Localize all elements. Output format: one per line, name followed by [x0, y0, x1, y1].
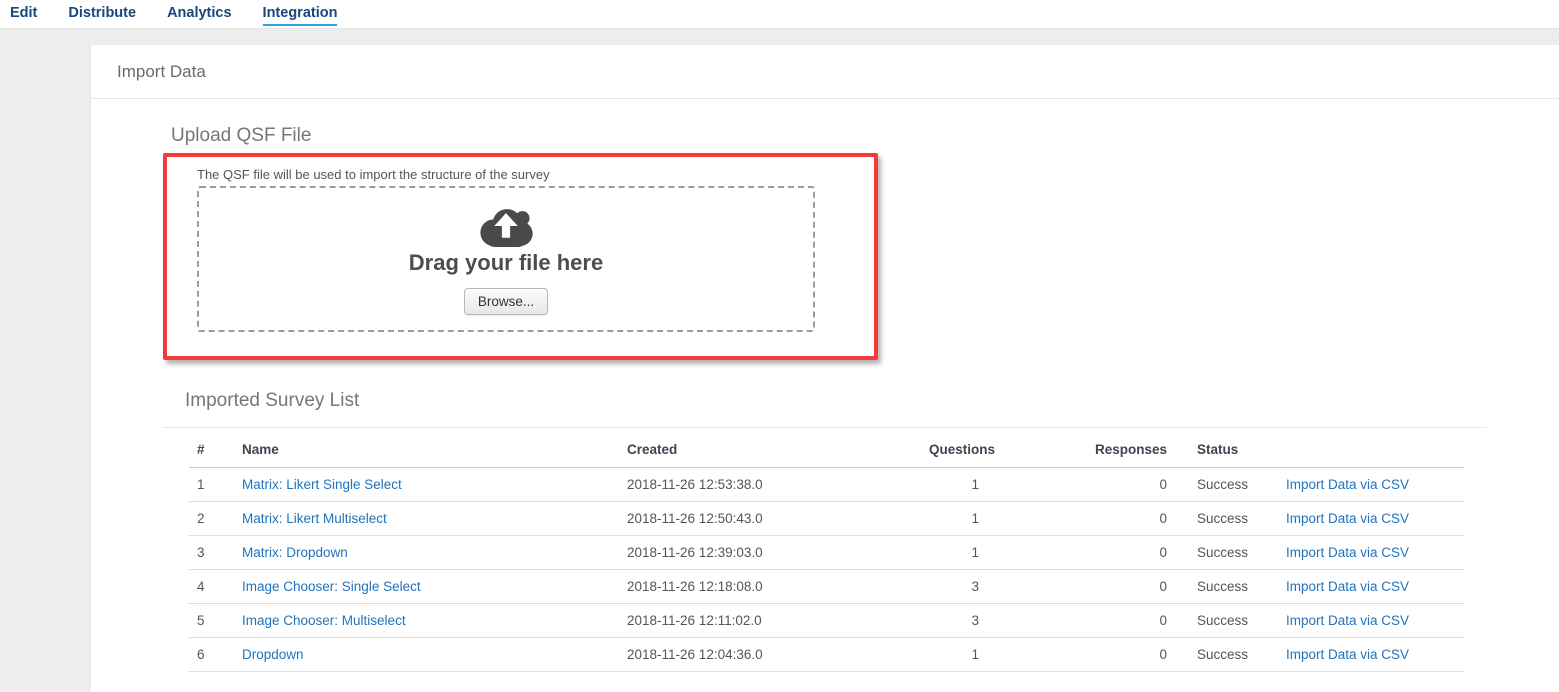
top-navigation: Edit Distribute Analytics Integration	[0, 0, 1559, 29]
survey-name-link[interactable]: Matrix: Dropdown	[242, 545, 348, 560]
survey-name-link[interactable]: Image Chooser: Multiselect	[242, 613, 406, 628]
questions-count: 1	[921, 468, 1001, 502]
status-text: Success	[1189, 638, 1281, 672]
column-header-name: Name	[234, 428, 619, 468]
questions-count: 1	[921, 638, 1001, 672]
questions-count: 1	[921, 536, 1001, 570]
responses-count: 0	[1001, 570, 1189, 604]
responses-count: 0	[1001, 638, 1189, 672]
import-csv-link[interactable]: Import Data via CSV	[1286, 545, 1409, 560]
table-row: 2 Matrix: Likert Multiselect 2018-11-26 …	[189, 502, 1464, 536]
file-dropzone[interactable]: Drag your file here Browse...	[197, 186, 815, 332]
row-number: 5	[189, 604, 234, 638]
cloud-upload-icon	[478, 206, 534, 247]
row-number: 3	[189, 536, 234, 570]
created-timestamp: 2018-11-26 12:18:08.0	[619, 570, 921, 604]
questions-count: 1	[921, 502, 1001, 536]
table-row: 5 Image Chooser: Multiselect 2018-11-26 …	[189, 604, 1464, 638]
dropzone-label: Drag your file here	[409, 250, 603, 276]
survey-list-heading: Imported Survey List	[185, 390, 1487, 412]
survey-name-link[interactable]: Dropdown	[242, 647, 304, 662]
column-header-responses: Responses	[1001, 428, 1189, 468]
upload-section-heading: Upload QSF File	[171, 125, 1487, 147]
main-panel: Import Data Upload QSF File The QSF file…	[90, 45, 1559, 692]
row-number: 6	[189, 638, 234, 672]
row-number: 2	[189, 502, 234, 536]
import-csv-link[interactable]: Import Data via CSV	[1286, 647, 1409, 662]
created-timestamp: 2018-11-26 12:53:38.0	[619, 468, 921, 502]
survey-name-link[interactable]: Image Chooser: Single Select	[242, 579, 421, 594]
column-header-questions: Questions	[921, 428, 1001, 468]
status-text: Success	[1189, 502, 1281, 536]
column-header-num: #	[189, 428, 234, 468]
panel-body: Upload QSF File The QSF file will be use…	[91, 125, 1559, 672]
imported-survey-section: Imported Survey List # Name Created Ques…	[163, 390, 1487, 672]
table-row: 1 Matrix: Likert Single Select 2018-11-2…	[189, 468, 1464, 502]
import-csv-link[interactable]: Import Data via CSV	[1286, 477, 1409, 492]
upload-qsf-section: Upload QSF File The QSF file will be use…	[163, 125, 1487, 360]
nav-tab-integration[interactable]: Integration	[263, 3, 338, 26]
created-timestamp: 2018-11-26 12:04:36.0	[619, 638, 921, 672]
created-timestamp: 2018-11-26 12:50:43.0	[619, 502, 921, 536]
nav-tab-distribute[interactable]: Distribute	[68, 3, 136, 26]
responses-count: 0	[1001, 604, 1189, 638]
table-row: 6 Dropdown 2018-11-26 12:04:36.0 1 0 Suc…	[189, 638, 1464, 672]
panel-header: Import Data	[91, 45, 1559, 99]
survey-name-link[interactable]: Matrix: Likert Multiselect	[242, 511, 387, 526]
status-text: Success	[1189, 468, 1281, 502]
table-row: 3 Matrix: Dropdown 2018-11-26 12:39:03.0…	[189, 536, 1464, 570]
created-timestamp: 2018-11-26 12:11:02.0	[619, 604, 921, 638]
nav-tab-analytics[interactable]: Analytics	[167, 3, 231, 26]
column-header-action	[1281, 428, 1464, 468]
table-row: 4 Image Chooser: Single Select 2018-11-2…	[189, 570, 1464, 604]
column-header-created: Created	[619, 428, 921, 468]
annotation-highlight: The QSF file will be used to import the …	[163, 153, 878, 360]
status-text: Success	[1189, 604, 1281, 638]
created-timestamp: 2018-11-26 12:39:03.0	[619, 536, 921, 570]
imported-survey-table: # Name Created Questions Responses Statu…	[189, 428, 1464, 672]
status-text: Success	[1189, 570, 1281, 604]
responses-count: 0	[1001, 536, 1189, 570]
row-number: 4	[189, 570, 234, 604]
import-csv-link[interactable]: Import Data via CSV	[1286, 511, 1409, 526]
upload-description: The QSF file will be used to import the …	[197, 167, 874, 182]
import-csv-link[interactable]: Import Data via CSV	[1286, 579, 1409, 594]
browse-button[interactable]: Browse...	[464, 288, 548, 315]
column-header-status: Status	[1189, 428, 1281, 468]
import-csv-link[interactable]: Import Data via CSV	[1286, 613, 1409, 628]
status-text: Success	[1189, 536, 1281, 570]
page-title: Import Data	[117, 62, 206, 82]
responses-count: 0	[1001, 468, 1189, 502]
survey-name-link[interactable]: Matrix: Likert Single Select	[242, 477, 402, 492]
responses-count: 0	[1001, 502, 1189, 536]
table-header-row: # Name Created Questions Responses Statu…	[189, 428, 1464, 468]
nav-tab-edit[interactable]: Edit	[10, 3, 37, 26]
questions-count: 3	[921, 604, 1001, 638]
questions-count: 3	[921, 570, 1001, 604]
row-number: 1	[189, 468, 234, 502]
